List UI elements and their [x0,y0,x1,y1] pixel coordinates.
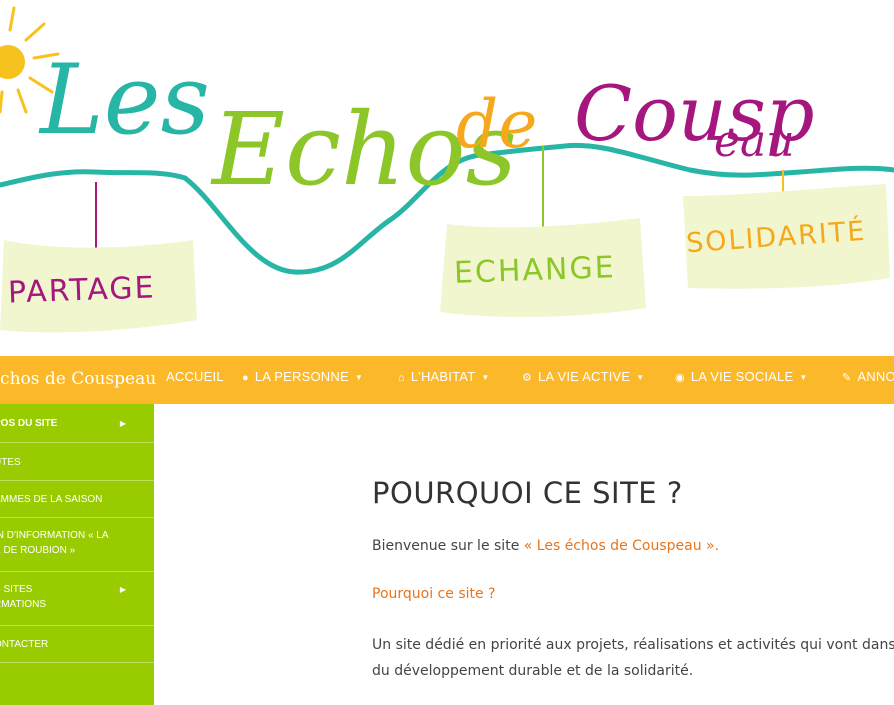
sidebar-item-a-propos[interactable]: POS DU SITE ▶ [0,404,154,443]
caret-right-icon: ▶ [119,585,126,594]
sidebar-item-label: IN D'INFORMATION « LA E DE ROUBION » [0,530,109,556]
nav-lhabitat[interactable]: ⌂ L'HABITAT ▼ [398,356,489,404]
header-banner: Les Echos de Cousp eau PARTAGE ECHANGE S… [0,0,894,356]
sign-echange: ECHANGE [453,250,617,291]
site-name-link[interactable]: « Les échos de Couspeau ». [524,538,719,554]
caret-right-icon: ▶ [119,419,126,428]
edit-icon: ✎ [842,372,852,384]
main-navbar: échos de Couspeau ACCUEIL ● LA PERSONNE ▼ … [0,356,894,404]
caret-down-icon: ▼ [799,372,808,382]
section-subheading: Pourquoi ce site ? [372,586,496,602]
caret-down-icon: ▼ [481,372,490,382]
nav-la-vie-sociale-label: LA VIE SOCIALE [690,369,794,384]
sidebar-item-label: UTES [0,457,21,468]
sidebar-item-label: ONTACTER [0,639,49,650]
welcome-prefix: Bienvenue sur le site [372,538,524,554]
main-content: POURQUOI CE SITE ? Bienvenue sur le site… [154,404,894,705]
nav-lhabitat-label: L'HABITAT [410,369,476,384]
nav-la-personne-label: LA PERSONNE [254,369,349,384]
sidebar-item-sites-informations[interactable]: S SITES RMATIONS ▶ [0,572,154,626]
nav-annonces-label: ANNO [857,369,894,384]
nav-la-vie-sociale[interactable]: ◉ LA VIE SOCIALE ▼ [675,356,807,404]
banner-title-les: Les [40,44,210,156]
nav-annonces[interactable]: ✎ ANNO [842,356,894,404]
sidebar-item-label: POS DU SITE [0,418,58,429]
sidebar-item-contact[interactable]: ONTACTER [0,626,154,663]
globe-icon: ◉ [675,372,685,384]
home-icon: ⌂ [398,372,405,384]
nav-la-personne[interactable]: ● LA PERSONNE ▼ [242,356,363,404]
banner-title-de: de [456,86,538,163]
sign-partage: PARTAGE [7,270,157,311]
paragraph-line: du développement durable et de la solida… [372,663,694,679]
sidebar-item-label: S SITES RMATIONS [0,584,47,610]
nav-accueil-label: ACCUEIL [166,369,224,384]
banner-title-eau: eau [714,116,795,167]
nav-la-vie-active[interactable]: ⚙ LA VIE ACTIVE ▼ [522,356,644,404]
person-icon: ● [242,372,249,384]
sidebar-item-programmes[interactable]: AMMES DE LA SAISON [0,481,154,518]
nav-accueil[interactable]: ACCUEIL [166,356,224,404]
caret-down-icon: ▼ [354,372,363,382]
sidebar-item-2[interactable]: UTES [0,443,154,481]
page-title: POURQUOI CE SITE ? [372,476,683,510]
sidebar-item-bulletin[interactable]: IN D'INFORMATION « LA E DE ROUBION » [0,518,154,572]
gear-icon: ⚙ [522,372,533,384]
paragraph-line: Un site dédié en priorité aux projets, r… [372,637,894,653]
welcome-text: Bienvenue sur le site « Les échos de Cou… [372,538,719,554]
sidebar-menu: POS DU SITE ▶ UTES AMMES DE LA SAISON IN… [0,404,154,705]
brand-link[interactable]: échos de Couspeau [0,368,156,390]
nav-la-vie-active-label: LA VIE ACTIVE [538,369,631,384]
sidebar-item-label: AMMES DE LA SAISON [0,494,103,505]
intro-paragraph: Un site dédié en priorité aux projets, r… [372,632,894,684]
caret-down-icon: ▼ [636,372,645,382]
